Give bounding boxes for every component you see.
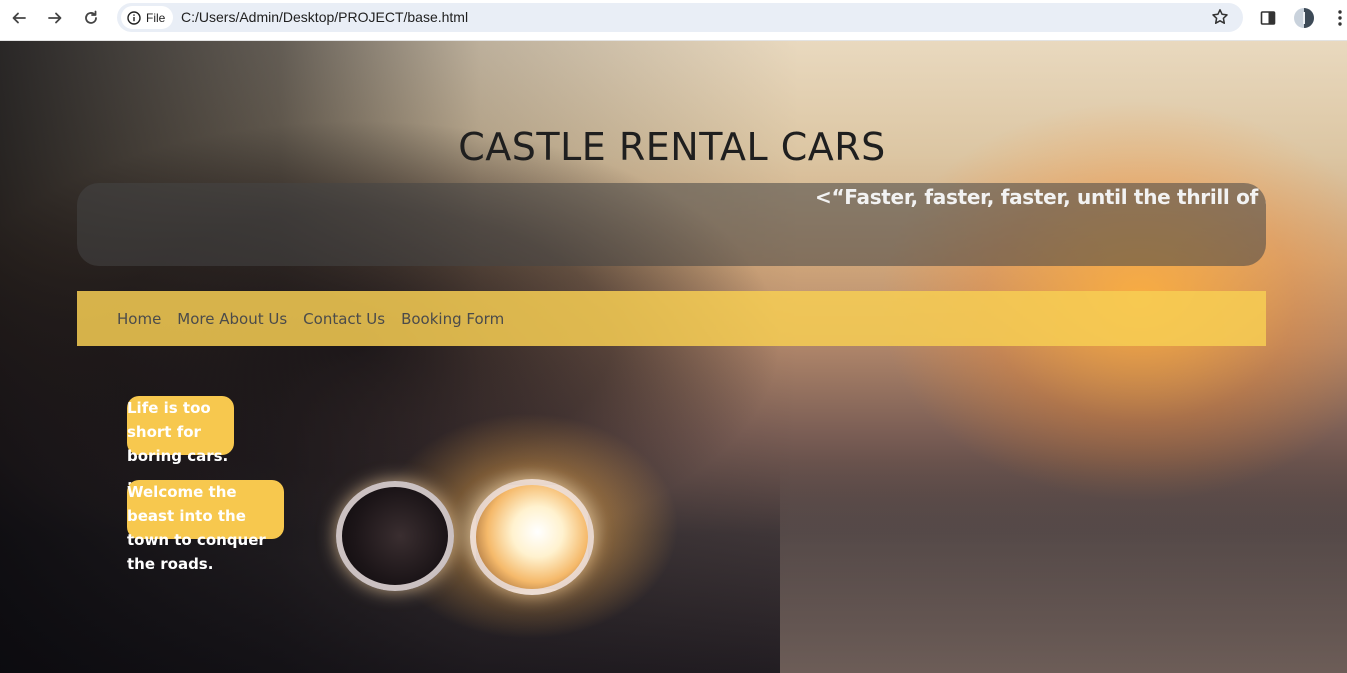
url-text[interactable]: C:/Users/Admin/Desktop/PROJECT/base.html <box>181 3 468 32</box>
back-arrow-icon <box>12 12 26 24</box>
site-info-chip[interactable]: File <box>121 6 174 29</box>
nav-bar: Home More About Us Contact Us Booking Fo… <box>77 291 1266 346</box>
profile-avatar-icon <box>1294 8 1314 28</box>
site-chip-label: File <box>146 10 166 25</box>
marquee-quote: <“Faster, faster, faster, until the thri… <box>815 185 1266 209</box>
hero-background: CASTLE RENTAL CARS <“Faster, faster, fas… <box>0 41 1347 673</box>
info-icon <box>127 10 141 25</box>
forward-button[interactable] <box>42 6 68 30</box>
tagline-text-1: Life is too short for boring cars. ... <box>127 399 229 489</box>
address-bar[interactable]: File C:/Users/Admin/Desktop/PROJECT/base… <box>117 3 1243 32</box>
nav-link-home[interactable]: Home <box>117 310 161 328</box>
forward-arrow-icon <box>48 12 62 24</box>
browser-toolbar: File C:/Users/Admin/Desktop/PROJECT/base… <box>0 0 1347 41</box>
page-title: CASTLE RENTAL CARS <box>458 125 886 169</box>
nav-link-contact-us[interactable]: Contact Us <box>303 310 385 328</box>
reload-icon <box>85 10 97 24</box>
star-icon[interactable] <box>1211 8 1229 26</box>
quote-marquee-box: <“Faster, faster, faster, until the thri… <box>77 183 1266 266</box>
tagline-text-2: Welcome the beast into the town to conqu… <box>127 483 266 573</box>
side-panel-button[interactable] <box>1256 6 1280 30</box>
nav-link-more-about-us[interactable]: More About Us <box>177 310 287 328</box>
reload-button[interactable] <box>78 6 104 30</box>
car-headlight-right <box>470 479 594 595</box>
menu-button[interactable] <box>1328 6 1347 30</box>
nav-links: Home More About Us Contact Us Booking Fo… <box>117 291 504 346</box>
back-button[interactable] <box>6 6 32 30</box>
car-headlight-left <box>336 481 454 591</box>
nav-link-booking-form[interactable]: Booking Form <box>401 310 504 328</box>
profile-button[interactable] <box>1292 6 1316 30</box>
side-panel-icon <box>1260 11 1276 25</box>
kebab-menu-icon <box>1338 10 1342 26</box>
